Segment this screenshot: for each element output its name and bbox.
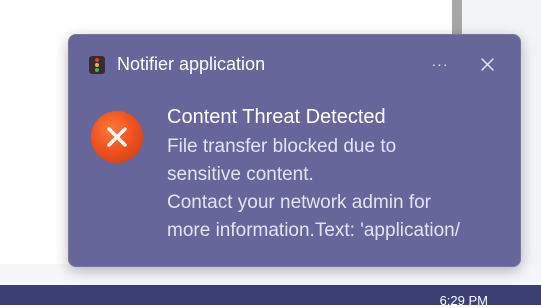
error-x-icon: [91, 111, 143, 163]
toast-body-line: Contact your network admin for: [167, 192, 432, 213]
green-light: [95, 68, 99, 72]
toast-notification[interactable]: Notifier application ··· Content Threat …: [68, 34, 521, 267]
close-icon[interactable]: [477, 54, 499, 76]
toast-title: Content Threat Detected: [167, 106, 386, 128]
toast-body-line: more information.Text: 'application/: [167, 220, 460, 241]
taskbar-clock[interactable]: 6:29 PM: [440, 293, 488, 308]
yellow-light: [95, 63, 99, 67]
red-light: [95, 58, 99, 62]
toast-body-line: File transfer blocked due to: [167, 136, 397, 157]
more-options-icon[interactable]: ···: [429, 53, 451, 75]
traffic-light-icon: [89, 56, 105, 74]
toast-body: File transfer blocked due to sensitive c…: [167, 133, 503, 245]
taskbar: 6:29 PM: [0, 285, 541, 308]
toast-body-line: sensitive content.: [167, 164, 314, 185]
toast-app-name: Notifier application: [117, 54, 266, 74]
background-lower-strip: [0, 264, 541, 286]
